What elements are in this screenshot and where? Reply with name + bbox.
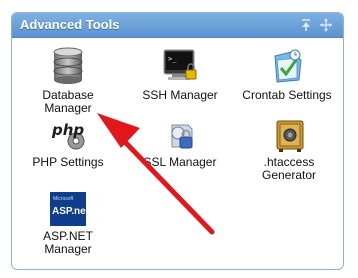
tool-label: SSL Manager [143, 155, 217, 169]
tool-label: PHP Settings [32, 155, 104, 169]
aspnet-icon: Microsoft ASP.net [50, 192, 88, 226]
tool-label: SSH Manager [142, 88, 218, 102]
tool-ssl-manager[interactable]: SSL Manager [135, 119, 225, 169]
php-icon: php [51, 121, 85, 150]
tool-label: Database Manager [42, 88, 94, 115]
tool-crontab-settings[interactable]: Crontab Settings [237, 46, 337, 102]
advanced-tools-panel: Advanced Tools Database Manager >_ SSH M… [11, 12, 344, 270]
tool-label: ASP.NET Manager [43, 229, 93, 256]
tool-aspnet-manager[interactable]: Microsoft ASP.net ASP.NET Manager [26, 191, 110, 256]
tool-database-manager[interactable]: Database Manager [26, 46, 110, 115]
ssl-lock-icon [171, 124, 193, 149]
aspnet-small-text: Microsoft [53, 196, 74, 202]
php-text: php [51, 121, 84, 139]
tool-php-settings[interactable]: php PHP Settings [26, 119, 110, 169]
move-icon[interactable] [320, 18, 332, 32]
crontab-icon [274, 49, 302, 83]
tool-label: Crontab Settings [242, 88, 332, 102]
tool-ssh-manager[interactable]: >_ SSH Manager [135, 46, 225, 102]
safe-icon [276, 120, 304, 152]
panel-title: Advanced Tools [20, 17, 120, 32]
aspnet-brand-text: ASP.net [52, 206, 88, 217]
collapse-icon[interactable] [300, 18, 312, 32]
tool-htaccess-generator[interactable]: .htaccess Generator [247, 119, 331, 182]
tool-label: .htaccess Generator [261, 155, 317, 182]
terminal-icon: >_ [163, 49, 197, 80]
panel-header: Advanced Tools [12, 13, 343, 38]
database-icon [53, 47, 83, 84]
svg-text:>_: >_ [168, 55, 177, 63]
